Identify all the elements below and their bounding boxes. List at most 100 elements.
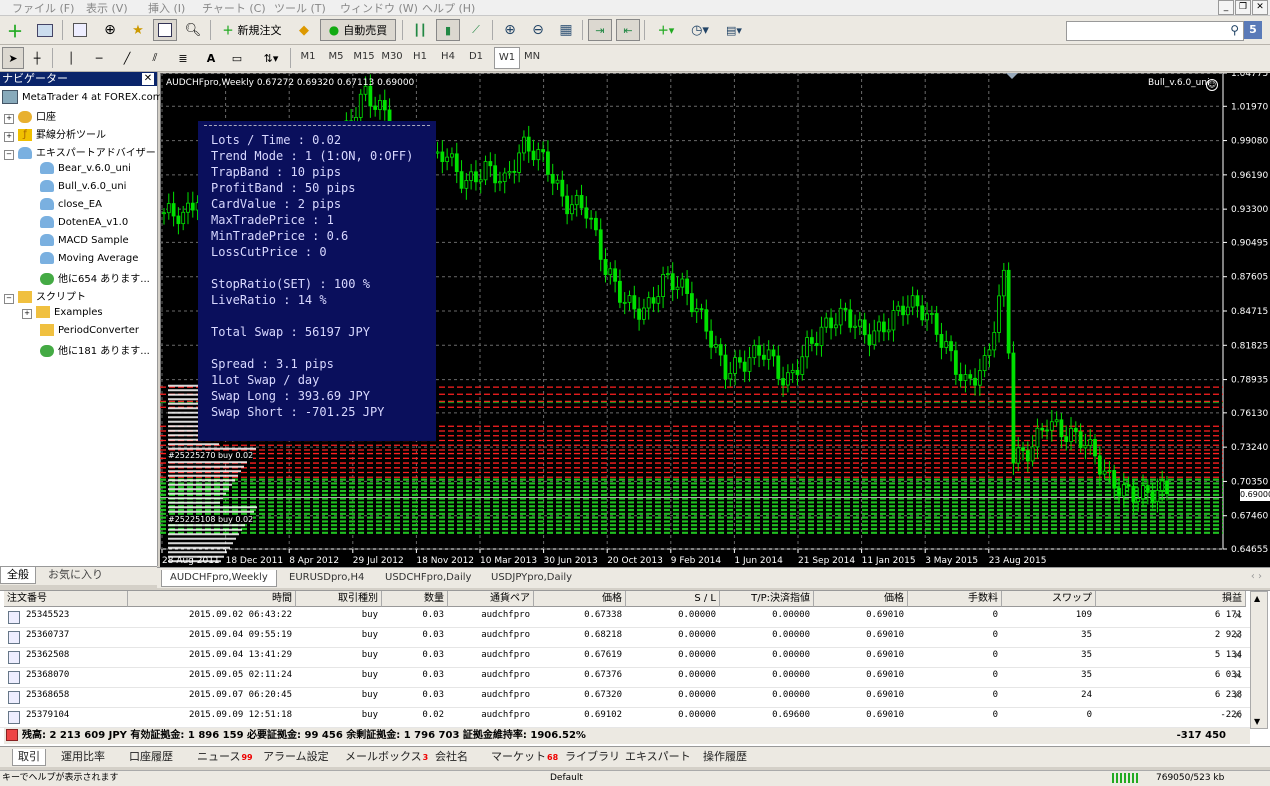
- metaeditor-button[interactable]: ◆: [292, 19, 316, 41]
- menu-help[interactable]: ヘルプ (H): [422, 0, 475, 16]
- nav-item-accounts[interactable]: + 口座: [4, 108, 56, 124]
- col-current-price[interactable]: 価格: [814, 591, 908, 607]
- nav-root[interactable]: MetaTrader 4 at FOREX.com: [2, 90, 163, 104]
- timeframe-m15[interactable]: M15: [352, 47, 376, 67]
- trendline-tool[interactable]: ╱: [116, 47, 138, 69]
- vertical-line-tool[interactable]: │: [60, 47, 82, 69]
- minimize-button[interactable]: _: [1218, 0, 1234, 15]
- term-tab-trade[interactable]: 取引: [12, 749, 46, 766]
- timeframe-h1[interactable]: H1: [408, 47, 432, 67]
- table-row[interactable]: 25362508 2015.09.04 13:41:29 buy 0.03 audchf…: [0, 647, 1250, 668]
- horizontal-line-tool[interactable]: ─: [88, 47, 110, 69]
- term-tab-experts[interactable]: エキスパート: [620, 749, 696, 765]
- nav-item-ea[interactable]: DotenEA_v1.0: [40, 216, 128, 228]
- col-profit[interactable]: 損益: [1096, 591, 1246, 607]
- nav-item-ea[interactable]: Moving Average: [40, 252, 138, 264]
- chart-tab-scroll-icon[interactable]: ‹ ›: [1251, 571, 1262, 582]
- close-order-icon[interactable]: ✕: [1233, 629, 1242, 642]
- term-tab-journal[interactable]: 操作履歴: [698, 749, 752, 765]
- search-icon[interactable]: ⚲: [1230, 23, 1239, 37]
- tile-windows-button[interactable]: ▦: [554, 19, 578, 41]
- timeframe-m5[interactable]: M5: [324, 47, 348, 67]
- profiles-button[interactable]: [32, 19, 58, 41]
- close-order-icon[interactable]: ✕: [1233, 709, 1242, 722]
- timeframe-m1[interactable]: M1: [296, 47, 320, 67]
- indicators-button[interactable]: ＋▾: [650, 19, 682, 41]
- channel-tool[interactable]: ⫽: [144, 47, 166, 69]
- col-type[interactable]: 取引種別: [296, 591, 382, 607]
- bar-chart-button[interactable]: ┃┃: [408, 19, 432, 41]
- navigator-button[interactable]: ★: [126, 19, 150, 41]
- close-order-icon[interactable]: ✕: [1233, 609, 1242, 622]
- nav-item-experts[interactable]: − エキスパートアドバイザー: [4, 144, 156, 160]
- market-watch-button[interactable]: [68, 19, 92, 41]
- chart-tab[interactable]: USDCHFpro,Daily: [377, 570, 479, 586]
- nav-tab-favorites[interactable]: お気に入り: [42, 567, 109, 583]
- timeframe-h4[interactable]: H4: [436, 47, 460, 67]
- line-chart-button[interactable]: ⟋: [464, 19, 488, 41]
- col-size[interactable]: 数量: [382, 591, 448, 607]
- close-button[interactable]: ✕: [1252, 0, 1268, 15]
- menu-file[interactable]: ファイル (F): [12, 0, 74, 16]
- menu-chart[interactable]: チャート (C): [202, 0, 266, 16]
- term-tab-news[interactable]: ニュース99: [192, 749, 258, 765]
- table-row[interactable]: 25360737 2015.09.04 09:55:19 buy 0.03 audchf…: [0, 627, 1250, 648]
- terminal-button[interactable]: [153, 19, 177, 41]
- term-tab-market[interactable]: マーケット68: [486, 749, 563, 765]
- table-row[interactable]: 25345523 2015.09.02 06:43:22 buy 0.03 audchf…: [0, 607, 1250, 628]
- nav-item-more-scripts[interactable]: 他に181 あります...: [40, 342, 150, 357]
- crosshair-tool[interactable]: ┼: [26, 47, 48, 69]
- templates-button[interactable]: ▤▾: [718, 19, 750, 41]
- col-swap[interactable]: スワップ: [1002, 591, 1096, 607]
- col-tp[interactable]: T/P:決済指値: [720, 591, 814, 607]
- menu-window[interactable]: ウィンドウ (W): [340, 0, 418, 16]
- chart-shift-button[interactable]: ⇤: [616, 19, 640, 41]
- nav-item-indicators[interactable]: + ƒ 罫線分析ツール: [4, 126, 106, 142]
- scroll-up-icon[interactable]: ▲: [1254, 594, 1260, 603]
- data-window-button[interactable]: ⊕: [98, 19, 122, 41]
- menu-insert[interactable]: 挿入 (I): [148, 0, 185, 16]
- menu-tools[interactable]: ツール (T): [274, 0, 326, 16]
- term-tab-company[interactable]: 会社名: [430, 749, 473, 765]
- close-order-icon[interactable]: ✕: [1233, 689, 1242, 702]
- cursor-tool[interactable]: ➤: [2, 47, 24, 69]
- fibonacci-tool[interactable]: ≣: [172, 47, 194, 69]
- term-tab-mailbox[interactable]: メールボックス3: [340, 749, 433, 765]
- term-tab-exposure[interactable]: 運用比率: [56, 749, 110, 765]
- term-tab-alerts[interactable]: アラーム設定: [258, 749, 334, 765]
- nav-item-examples[interactable]: + Examples: [22, 306, 103, 319]
- close-order-icon[interactable]: ✕: [1233, 669, 1242, 682]
- nav-item-ea[interactable]: Bear_v.6.0_uni: [40, 162, 131, 174]
- terminal-scrollbar[interactable]: ▲ ▼: [1250, 591, 1268, 729]
- label-tool[interactable]: ▭: [226, 47, 248, 69]
- chart-tab[interactable]: AUDCHFpro,Weekly: [161, 570, 277, 587]
- timeframe-mn[interactable]: MN: [520, 47, 544, 67]
- auto-scroll-button[interactable]: ⇥: [588, 19, 612, 41]
- timeframe-d1[interactable]: D1: [464, 47, 488, 67]
- text-tool[interactable]: A: [200, 47, 222, 69]
- timeframe-m30[interactable]: M30: [380, 47, 404, 67]
- arrows-tool[interactable]: ⇅▾: [256, 47, 286, 69]
- scroll-down-icon[interactable]: ▼: [1254, 717, 1260, 726]
- nav-item-scripts[interactable]: − スクリプト: [4, 288, 86, 304]
- periods-button[interactable]: ◷▾: [684, 19, 716, 41]
- auto-trading-button[interactable]: ● 自動売買: [320, 19, 396, 41]
- nav-item-script[interactable]: PeriodConverter: [40, 324, 139, 336]
- tester-button[interactable]: 🔍︎: [181, 19, 205, 41]
- term-tab-history[interactable]: 口座履歴: [124, 749, 178, 765]
- chart-tab[interactable]: EURUSDpro,H4: [281, 570, 372, 586]
- search-count-badge[interactable]: 5: [1244, 21, 1262, 39]
- col-order[interactable]: 注文番号: [4, 591, 128, 607]
- search-input[interactable]: ⚲: [1066, 21, 1244, 41]
- nav-item-ea[interactable]: close_EA: [40, 198, 102, 210]
- nav-item-more-experts[interactable]: 他に654 あります...: [40, 270, 150, 285]
- term-tab-library[interactable]: ライブラリ: [560, 749, 625, 765]
- timeframe-w1[interactable]: W1: [494, 47, 520, 69]
- col-price[interactable]: 価格: [534, 591, 626, 607]
- close-order-icon[interactable]: ✕: [1233, 649, 1242, 662]
- nav-item-ea[interactable]: Bull_v.6.0_uni: [40, 180, 126, 192]
- table-row[interactable]: 25379104 2015.09.09 12:51:18 buy 0.02 audchf…: [0, 707, 1250, 728]
- chart-tab[interactable]: USDJPYpro,Daily: [483, 570, 580, 586]
- candlestick-button[interactable]: ▮: [436, 19, 460, 41]
- nav-item-ea[interactable]: MACD Sample: [40, 234, 129, 246]
